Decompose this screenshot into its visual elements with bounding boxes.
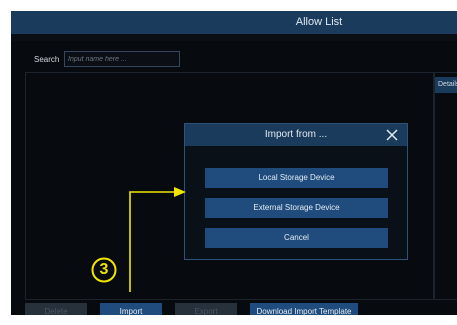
delete-button[interactable]: Delete	[25, 303, 87, 315]
close-icon[interactable]	[385, 128, 399, 142]
download-import-template-button[interactable]: Download Import Template	[250, 303, 358, 315]
import-dialog: Import from ... Local Storage Device Ext…	[184, 123, 408, 260]
external-storage-device-button[interactable]: External Storage Device	[205, 198, 388, 218]
title-bar-divider	[11, 34, 457, 41]
allow-list-screen: Allow List Search Details Delete Import …	[11, 11, 457, 315]
local-storage-device-button[interactable]: Local Storage Device	[205, 168, 388, 188]
cancel-button[interactable]: Cancel	[205, 228, 388, 248]
detail-panel	[434, 72, 457, 300]
search-label: Search	[34, 55, 60, 64]
page-title: Allow List	[295, 16, 343, 28]
search-input[interactable]	[64, 51, 180, 67]
detail-panel-tab[interactable]: Details	[435, 77, 457, 93]
dialog-title: Import from ...	[264, 129, 328, 140]
step-number: 3	[99, 261, 109, 278]
export-button[interactable]: Export	[175, 303, 237, 315]
import-button[interactable]: Import	[100, 303, 162, 315]
